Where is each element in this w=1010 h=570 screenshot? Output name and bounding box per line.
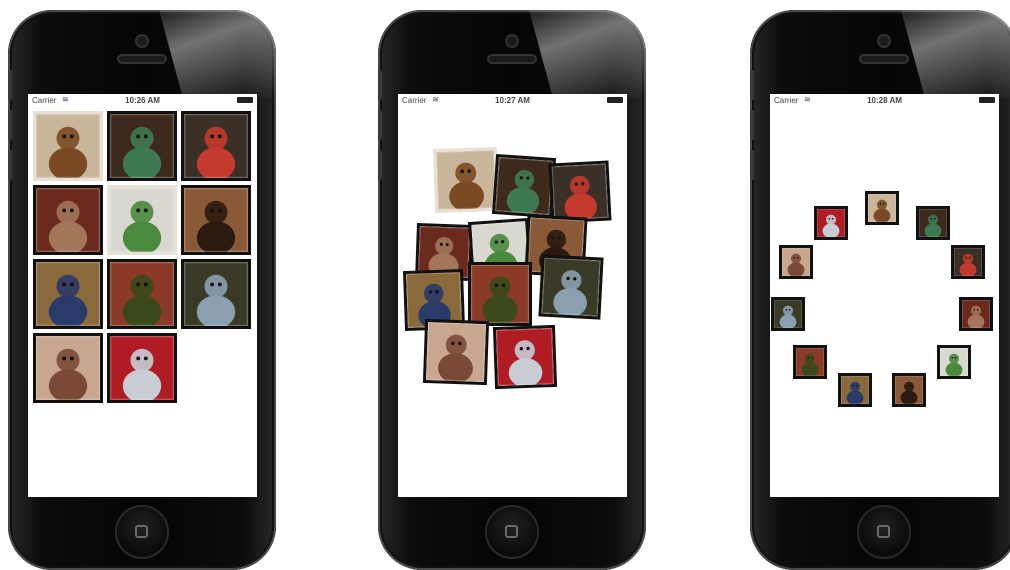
photo-monkey-with-paper[interactable]	[865, 191, 899, 225]
photo-green-hat-toy[interactable]	[107, 185, 177, 255]
photo-monkey-with-paper[interactable]	[432, 146, 500, 214]
clock-label: 10:26 AM	[125, 96, 160, 105]
photo-monkey-silhouette[interactable]	[892, 373, 926, 407]
screen: Carrier ≋ 10:28 AM	[770, 94, 999, 497]
volume-down-button	[8, 150, 12, 180]
home-button[interactable]	[117, 507, 167, 557]
photo-jar-toy[interactable]	[538, 254, 604, 320]
home-square-icon	[877, 525, 890, 538]
photo-pool-table-monkey[interactable]	[107, 111, 177, 181]
home-square-icon	[505, 525, 518, 538]
photo-party-toys[interactable]	[468, 262, 532, 326]
phone-grid-layout: Carrier ≋ 10:26 AM	[8, 10, 276, 570]
volume-up-button	[8, 110, 12, 140]
front-camera	[879, 36, 889, 46]
glass-reflection	[901, 10, 1010, 98]
status-bar: Carrier ≋ 10:28 AM	[770, 94, 999, 108]
earpiece-speaker	[489, 56, 535, 62]
screen: Carrier ≋ 10:26 AM	[28, 94, 257, 497]
photo-monkey-hug[interactable]	[779, 245, 813, 279]
mute-switch	[750, 70, 754, 100]
photo-monkey-hug[interactable]	[422, 318, 490, 386]
photo-toys-pile[interactable]	[181, 111, 251, 181]
photo-toys-pile[interactable]	[548, 160, 612, 224]
photo-monkey-bed[interactable]	[33, 185, 103, 255]
screen: Carrier ≋ 10:27 AM	[398, 94, 627, 497]
front-camera	[507, 36, 517, 46]
photo-party-toys[interactable]	[793, 345, 827, 379]
glass-reflection	[159, 10, 276, 98]
phone-stack-layout: Carrier ≋ 10:27 AM	[378, 10, 646, 570]
volume-up-button	[378, 110, 382, 140]
photo-jar-toy[interactable]	[181, 259, 251, 329]
battery-icon	[607, 97, 623, 103]
volume-down-button	[378, 150, 382, 180]
photo-can-toy-red[interactable]	[107, 333, 177, 403]
clock-label: 10:28 AM	[867, 96, 902, 105]
home-button[interactable]	[859, 507, 909, 557]
photo-toys-pile[interactable]	[951, 245, 985, 279]
glass-reflection	[529, 10, 646, 98]
photo-green-hat-toy[interactable]	[937, 345, 971, 379]
photo-can-toy-red[interactable]	[492, 324, 558, 390]
home-square-icon	[135, 525, 148, 538]
photo-pool-table-monkey[interactable]	[491, 153, 557, 219]
photo-monkey-hug[interactable]	[33, 333, 103, 403]
photo-jar-toy[interactable]	[771, 297, 805, 331]
photo-monkey-with-paper[interactable]	[33, 111, 103, 181]
photo-party-toys[interactable]	[107, 259, 177, 329]
status-bar: Carrier ≋ 10:26 AM	[28, 94, 257, 108]
clock-label: 10:27 AM	[495, 96, 530, 105]
status-bar: Carrier ≋ 10:27 AM	[398, 94, 627, 108]
photo-monkey-silhouette[interactable]	[181, 185, 251, 255]
photo-blue-shirt-monkey[interactable]	[33, 259, 103, 329]
battery-icon	[237, 97, 253, 103]
battery-icon	[979, 97, 995, 103]
volume-down-button	[750, 150, 754, 180]
photo-monkey-bed[interactable]	[959, 297, 993, 331]
mute-switch	[8, 70, 12, 100]
photo-can-toy-red[interactable]	[814, 206, 848, 240]
front-camera	[137, 36, 147, 46]
photo-pool-table-monkey[interactable]	[916, 206, 950, 240]
volume-up-button	[750, 110, 754, 140]
photo-blue-shirt-monkey[interactable]	[838, 373, 872, 407]
mute-switch	[378, 70, 382, 100]
phone-circle-layout: Carrier ≋ 10:28 AM	[750, 10, 1010, 570]
home-button[interactable]	[487, 507, 537, 557]
earpiece-speaker	[119, 56, 165, 62]
earpiece-speaker	[861, 56, 907, 62]
